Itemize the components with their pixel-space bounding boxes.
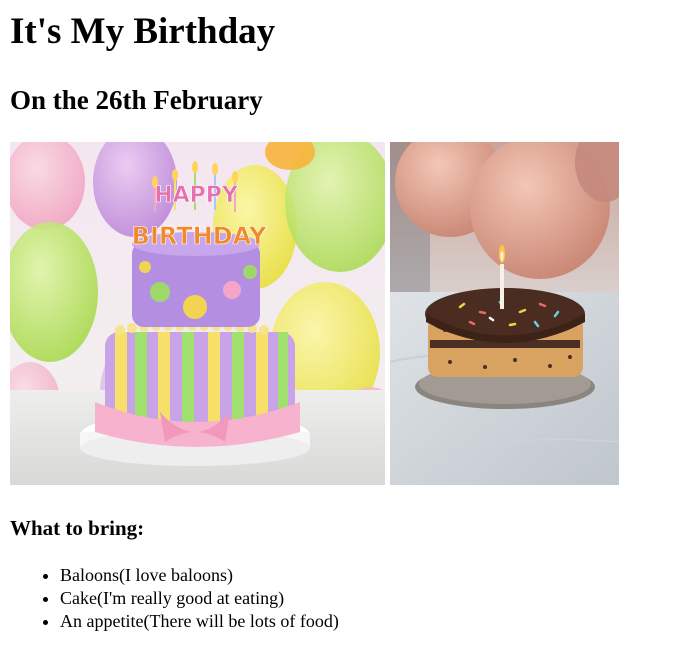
bring-list: Baloons(I love baloons) Cake(I'm really … — [10, 564, 339, 633]
page-title: It's My Birthday — [10, 11, 276, 52]
chocolate-cake-with-candle-image — [390, 142, 619, 485]
page: It's My Birthday On the 26th February HA… — [0, 0, 698, 647]
svg-text:HAPPY: HAPPY — [154, 183, 239, 208]
svg-text:BIRTHDAY: BIRTHDAY — [132, 222, 267, 250]
section-heading: What to bring: — [10, 516, 145, 540]
birthday-cake-image: HAPPY BIRTHDAY — [10, 142, 385, 485]
page-subtitle: On the 26th February — [10, 85, 263, 115]
list-item: Cake(I'm really good at eating) — [60, 587, 339, 610]
list-item: An appetite(There will be lots of food) — [60, 610, 339, 633]
photo-gallery: HAPPY BIRTHDAY — [10, 142, 620, 485]
list-item: Baloons(I love baloons) — [60, 564, 339, 587]
birthday-cake-with-balloons-image: HAPPY BIRTHDAY — [10, 142, 385, 485]
chocolate-cake-image — [390, 142, 619, 485]
